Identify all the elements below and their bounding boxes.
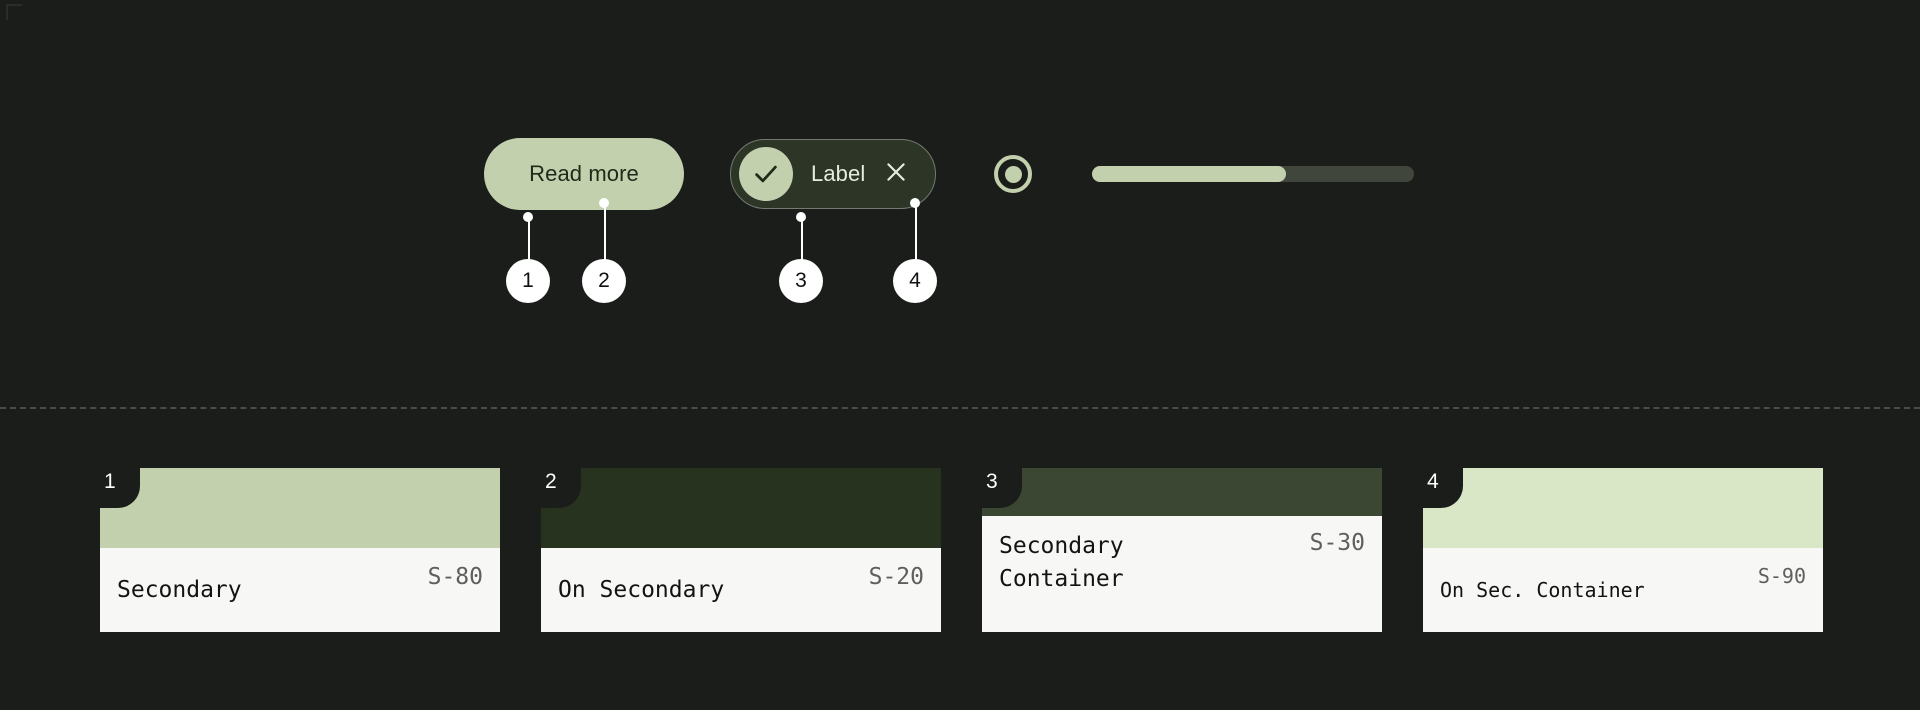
- swatch-name-label: On Sec. Container: [1440, 577, 1645, 602]
- component-row: Read more Label: [484, 138, 1415, 210]
- read-more-button[interactable]: Read more: [484, 138, 684, 210]
- color-swatch-card[interactable]: 3 Secondary Container S-30: [982, 468, 1382, 632]
- callout-leader-line: [603, 203, 606, 267]
- swatch-name-label: Secondary: [117, 576, 242, 603]
- swatch-color-block: [541, 468, 941, 548]
- swatch-color-block: [1423, 468, 1823, 548]
- swatch-token-label: S-80: [427, 564, 483, 590]
- radio-inner-dot: [1004, 165, 1022, 183]
- swatch-color-block: [100, 468, 500, 548]
- swatch-name-label: On Secondary: [558, 576, 725, 603]
- swatch-color-block: [982, 468, 1382, 516]
- callout-leader-line: [914, 203, 917, 267]
- color-swatch-card[interactable]: 4 On Sec. Container S-90: [1423, 468, 1823, 632]
- swatch-info-bar: Secondary S-80: [100, 548, 500, 632]
- color-swatch-row: 1 Secondary S-80 2 On Secondary S-20 3 Secondar…: [100, 468, 1825, 632]
- check-icon: [739, 147, 793, 201]
- color-swatch-card[interactable]: 1 Secondary S-80: [100, 468, 500, 632]
- slider-fill: [1092, 166, 1286, 182]
- section-divider: [0, 407, 1920, 409]
- component-demo-stage: Read more Label 12 3 4: [0, 0, 1920, 408]
- swatch-token-label: S-90: [1757, 564, 1806, 588]
- swatch-info-bar: On Secondary S-20: [541, 548, 941, 632]
- color-swatch-card[interactable]: 2 On Secondary S-20: [541, 468, 941, 632]
- swatch-info-bar: On Sec. Container S-90: [1423, 548, 1823, 632]
- close-icon[interactable]: [883, 159, 909, 190]
- swatch-name-label: Secondary Container: [999, 533, 1124, 592]
- radio-button-selected[interactable]: [994, 155, 1033, 193]
- callout-number-badge: 3: [779, 259, 823, 303]
- swatch-info-bar: Secondary Container S-30: [982, 516, 1382, 632]
- swatch-token-label: S-20: [868, 564, 924, 590]
- chip-label: Label: [811, 161, 866, 186]
- swatch-token-label: S-30: [1309, 530, 1365, 556]
- slider-track[interactable]: [1092, 166, 1415, 182]
- label-chip[interactable]: Label: [730, 139, 937, 209]
- callout-number-badge: 2: [582, 259, 626, 303]
- callout-number-badge: 4: [893, 259, 937, 303]
- callout-number-badge: 1: [506, 259, 550, 303]
